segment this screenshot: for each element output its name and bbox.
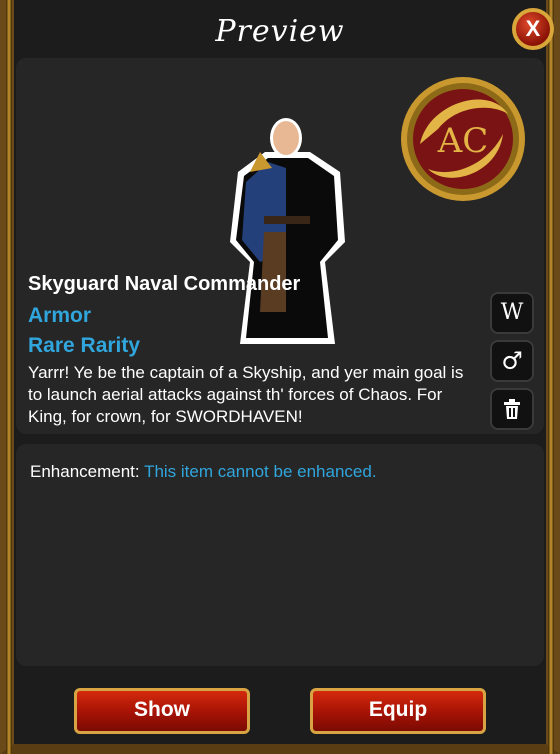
enhancement-label: Enhancement: [30, 462, 140, 481]
character-preview [230, 118, 345, 344]
show-button[interactable]: Show [74, 688, 250, 734]
item-name: Skyguard Naval Commander [28, 273, 301, 295]
enhancement-row: Enhancement: This item cannot be enhance… [30, 462, 377, 482]
enhancement-value: This item cannot be enhanced. [144, 462, 377, 481]
item-rarity: Rare Rarity [28, 334, 141, 357]
emblem-text: AC [437, 121, 489, 161]
equip-button[interactable]: Equip [310, 688, 486, 734]
male-symbol-icon[interactable]: ♂ [490, 340, 534, 382]
close-button[interactable]: X [512, 8, 554, 50]
trash-icon [504, 399, 520, 419]
left-frame-border [6, 0, 12, 754]
ac-emblem-icon: AC [401, 77, 525, 201]
right-frame-border [548, 0, 554, 754]
item-description: Yarrr! Ye be the captain of a Skyship, a… [28, 363, 464, 426]
wiki-button[interactable]: W [490, 292, 534, 334]
window-title: Preview [215, 14, 345, 49]
trash-button[interactable] [490, 388, 534, 430]
item-type: Armor [28, 304, 92, 327]
